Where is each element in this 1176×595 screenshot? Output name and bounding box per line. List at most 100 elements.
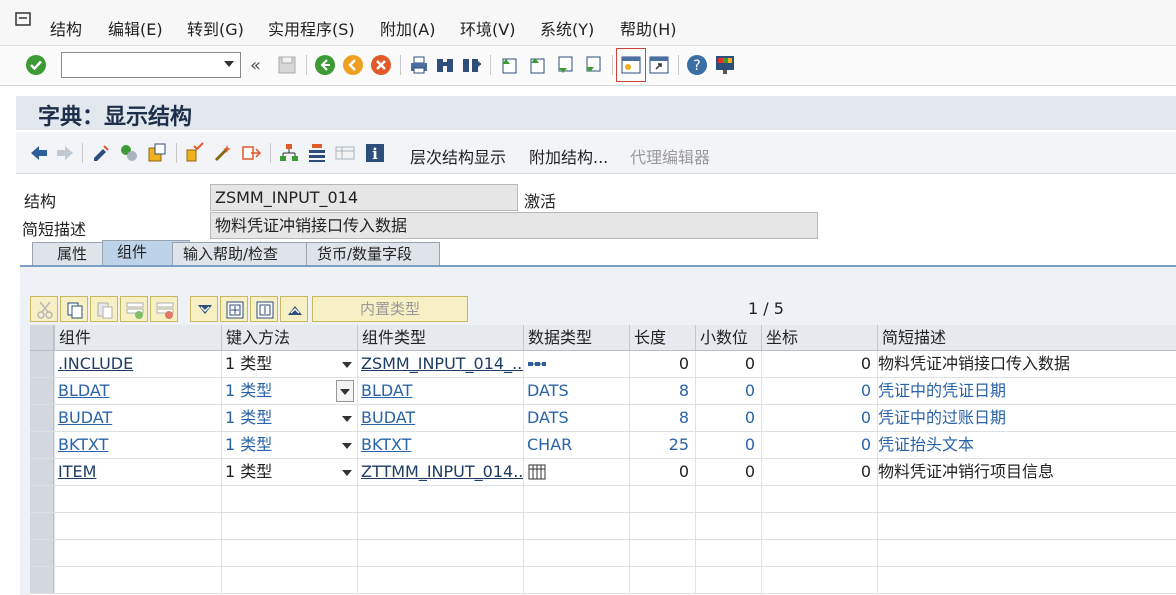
cell-data-type[interactable]: DATS [523,405,629,431]
select-all-cell[interactable] [30,325,54,350]
info-icon[interactable]: i [364,142,386,164]
row-selector[interactable] [30,351,54,377]
find-next-icon[interactable] [460,54,482,76]
cell-component[interactable]: BLDAT [54,378,221,404]
arrow-left-icon[interactable] [28,142,50,164]
col-length[interactable]: 长度 [629,325,695,351]
table-contents-icon[interactable] [306,142,328,164]
cancel-icon[interactable] [370,54,392,76]
print-icon[interactable] [408,54,430,76]
cell-typing-method[interactable]: 1 类型 [221,459,357,485]
cell-component-type[interactable]: BKTXT [357,432,523,458]
col-decimals[interactable]: 小数位 [695,325,761,351]
typing-dropdown-button[interactable] [336,380,354,402]
cell-short-description[interactable]: 物料凭证冲销行项目信息 [877,459,1176,485]
menu-environment[interactable]: 环境(V) [460,16,515,40]
back-icon[interactable] [314,54,336,76]
col-component[interactable]: 组件 [54,325,221,351]
find-icon[interactable] [434,54,456,76]
tab-input-help-check[interactable]: 输入帮助/检查 [172,242,320,266]
cell-component-type[interactable]: BUDAT [357,405,523,431]
append-structure-button[interactable]: 附加结构... [529,144,608,168]
cut-button[interactable] [30,296,58,322]
col-typing-method[interactable]: 键入方法 [221,325,357,351]
display-change-icon[interactable] [90,142,112,164]
command-dropdown-icon[interactable] [224,61,234,67]
row-selector[interactable] [30,459,54,485]
tab-currency-quantity[interactable]: 货币/数量字段 [306,242,440,266]
cell-length[interactable]: 8 [629,378,695,404]
chevron-down-icon[interactable] [342,416,352,422]
menu-system[interactable]: 系统(Y) [540,16,594,40]
col-coordinate[interactable]: 坐标 [761,325,877,351]
cell-component[interactable]: BUDAT [54,405,221,431]
cell-component[interactable]: BKTXT [54,432,221,458]
cell-length[interactable]: 0 [629,459,695,485]
cell-length[interactable]: 0 [629,351,695,377]
chevron-down-icon[interactable] [342,443,352,449]
row-selector[interactable] [30,405,54,431]
system-menu-icon[interactable] [14,11,34,29]
cell-typing-method[interactable]: 1 类型 [221,405,357,431]
menu-edit[interactable]: 编辑(E) [108,16,163,40]
cell-typing-method[interactable]: 1 类型 [221,378,357,404]
chevron-down-icon[interactable] [342,470,352,476]
active-inactive-icon[interactable] [118,142,140,164]
cell-data-type[interactable] [523,459,629,485]
cell-component-type[interactable]: ZSMM_INPUT_014_... [357,351,523,377]
cell-component-type[interactable]: ZTTMM_INPUT_014... [357,459,523,485]
last-page-icon[interactable] [582,54,604,76]
insert-row-button[interactable] [120,296,148,322]
row-selector[interactable] [30,567,54,593]
save-icon[interactable] [276,54,298,76]
cell-coordinate[interactable]: 0 [761,459,877,485]
menu-help[interactable]: 帮助(H) [620,16,677,40]
cell-decimals[interactable]: 0 [695,405,761,431]
filter-button[interactable] [190,296,218,322]
check-icon[interactable] [184,142,206,164]
cell-decimals[interactable]: 0 [695,378,761,404]
technical-settings-icon[interactable] [334,142,356,164]
cell-coordinate[interactable]: 0 [761,378,877,404]
cell-decimals[interactable]: 0 [695,459,761,485]
collapse-icon[interactable]: « [250,55,261,76]
cell-data-type[interactable]: DATS [523,378,629,404]
short-description-field[interactable]: 物料凭证冲销接口传入数据 [210,212,818,239]
cell-length[interactable]: 25 [629,432,695,458]
command-field[interactable] [61,52,241,78]
select-all-button[interactable] [220,296,248,322]
where-used-icon[interactable] [240,142,262,164]
next-page-icon[interactable] [554,54,576,76]
cell-length[interactable]: 8 [629,405,695,431]
chevron-down-icon[interactable] [342,362,352,368]
tab-attributes[interactable]: 属性 [32,242,112,266]
col-short-description[interactable]: 简短描述 [877,325,1176,351]
cell-short-description[interactable]: 凭证中的凭证日期 [877,378,1176,404]
cell-component[interactable]: ITEM [54,459,221,485]
cell-coordinate[interactable]: 0 [761,432,877,458]
cell-short-description[interactable]: 凭证抬头文本 [877,432,1176,458]
hierarchy-icon[interactable] [278,142,300,164]
delete-row-button[interactable] [150,296,178,322]
cell-coordinate[interactable]: 0 [761,405,877,431]
activate-icon[interactable] [212,142,234,164]
cell-decimals[interactable]: 0 [695,432,761,458]
cell-coordinate[interactable]: 0 [761,351,877,377]
arrow-right-icon[interactable] [54,142,76,164]
customize-layout-icon[interactable] [714,54,736,76]
shortcut-icon[interactable] [648,54,670,76]
col-component-type[interactable]: 组件类型 [357,325,523,351]
menu-structure[interactable]: 结构 [50,16,82,40]
cell-component-type[interactable]: BLDAT [357,378,523,404]
row-selector[interactable] [30,540,54,566]
exit-icon[interactable] [342,54,364,76]
col-data-type[interactable]: 数据类型 [523,325,629,351]
row-selector[interactable] [30,432,54,458]
cell-data-type[interactable] [523,351,629,377]
cell-component[interactable]: .INCLUDE [54,351,221,377]
menu-utilities[interactable]: 实用程序(S) [268,16,355,40]
other-object-icon[interactable] [146,142,168,164]
menu-goto[interactable]: 转到(G) [187,16,244,40]
copy-button[interactable] [60,296,88,322]
cell-short-description[interactable]: 凭证中的过账日期 [877,405,1176,431]
